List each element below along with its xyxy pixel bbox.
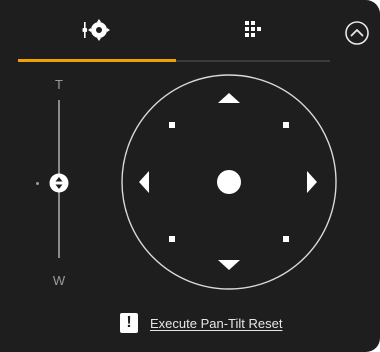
pan-tilt-reset-row: ! Execute Pan-Tilt Reset bbox=[120, 312, 282, 334]
pan-tilt-pad bbox=[120, 73, 338, 291]
pan-tilt-right-button[interactable] bbox=[300, 162, 324, 202]
zoom-handle[interactable] bbox=[45, 172, 73, 194]
zoom-marker-dot bbox=[36, 182, 39, 185]
diagonal-up-left-icon bbox=[169, 122, 175, 128]
active-tab-indicator bbox=[18, 59, 176, 62]
execute-pan-tilt-reset-link[interactable]: Execute Pan-Tilt Reset bbox=[150, 316, 282, 331]
diagonal-down-right-icon bbox=[283, 236, 289, 242]
pan-tilt-down-button[interactable] bbox=[209, 253, 249, 277]
preset-grid-icon bbox=[245, 21, 261, 37]
warning-icon: ! bbox=[120, 313, 138, 333]
pan-tilt-left-button[interactable] bbox=[134, 162, 158, 202]
tab-underline bbox=[18, 59, 330, 62]
diagonal-up-right-icon bbox=[283, 122, 289, 128]
chevron-up-circle-icon bbox=[345, 21, 369, 45]
collapse-button[interactable] bbox=[343, 19, 371, 47]
zoom-wide-label: W bbox=[52, 273, 66, 288]
tab-presets[interactable] bbox=[234, 12, 274, 48]
pan-tilt-panel: T W ! Execute Pan-Tilt Reset bbox=[0, 0, 380, 352]
tab-pan-tilt[interactable] bbox=[78, 12, 118, 48]
pan-tilt-down-right-button[interactable] bbox=[274, 227, 298, 251]
diagonal-down-left-icon bbox=[169, 236, 175, 242]
pan-tilt-center-button[interactable] bbox=[217, 170, 241, 194]
pan-tilt-up-right-button[interactable] bbox=[274, 113, 298, 137]
pan-tilt-icon bbox=[82, 19, 110, 41]
pan-tilt-down-left-button[interactable] bbox=[160, 227, 184, 251]
zoom-handle-icon bbox=[49, 173, 69, 193]
pan-tilt-up-button[interactable] bbox=[209, 87, 249, 111]
zoom-tele-label: T bbox=[55, 77, 63, 92]
center-icon bbox=[217, 170, 241, 194]
pan-tilt-up-left-button[interactable] bbox=[160, 113, 184, 137]
